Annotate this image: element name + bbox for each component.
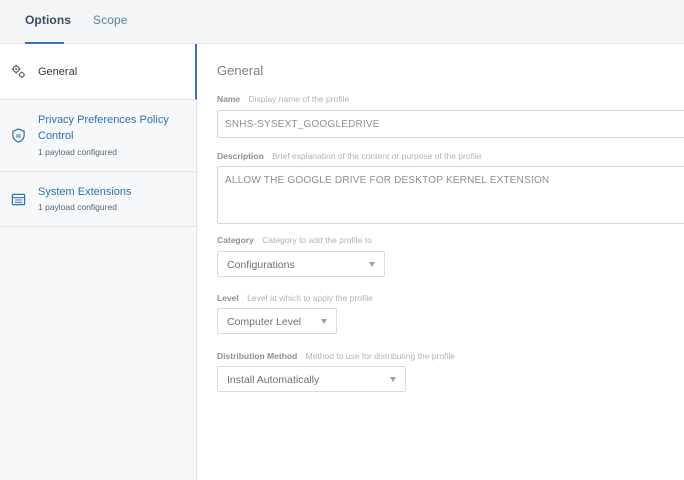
distribution-label: Distribution Method: [217, 351, 298, 361]
sidebar-item-label: System Extensions: [38, 186, 132, 198]
distribution-field-label: Distribution Method Method to use for di…: [217, 351, 455, 361]
category-hint: Category to add the profile to: [262, 235, 372, 245]
category-select[interactable]: Configurations: [217, 251, 385, 277]
category-label: Category: [217, 235, 254, 245]
tab-scope[interactable]: Scope: [93, 13, 128, 27]
distribution-method-select[interactable]: Install Automatically: [217, 366, 406, 392]
sidebar-item-general[interactable]: General: [0, 44, 197, 100]
category-selected-value: Configurations: [227, 259, 295, 271]
name-field-label: Name Display name of the profile: [217, 94, 349, 104]
gears-icon: [11, 64, 26, 79]
level-hint: Level at which to apply the profile: [247, 293, 373, 303]
general-settings-panel: General Name Display name of the profile…: [198, 44, 684, 480]
chevron-down-icon: [390, 377, 396, 382]
sidebar-item-system-extensions[interactable]: System Extensions 1 payload configured: [0, 172, 197, 227]
name-input[interactable]: SNHS-SYSEXT_GOOGLEDRIVE: [217, 110, 684, 138]
sidebar-item-label-continued: Control: [38, 130, 74, 142]
shield-icon: [12, 128, 25, 143]
sidebar-item-privacy-preferences[interactable]: Privacy Preferences Policy Control 1 pay…: [0, 100, 197, 172]
description-hint: Brief explanation of the content or purp…: [272, 151, 482, 161]
sidebar-item-label: Privacy Preferences Policy: [38, 114, 169, 126]
name-hint: Display name of the profile: [248, 94, 350, 104]
level-label: Level: [217, 293, 239, 303]
distribution-hint: Method to use for distributing the profi…: [305, 351, 455, 361]
tab-options[interactable]: Options: [25, 13, 71, 27]
chevron-down-icon: [321, 319, 327, 324]
section-title: General: [217, 63, 264, 78]
category-field-label: Category Category to add the profile to: [217, 235, 372, 245]
chevron-down-icon: [369, 262, 375, 267]
payload-sidebar: General Privacy Preferences Policy Contr…: [0, 44, 197, 480]
level-field-label: Level Level at which to apply the profil…: [217, 293, 373, 303]
name-label: Name: [217, 94, 241, 104]
sidebar-item-payload-count: 1 payload configured: [38, 202, 117, 212]
description-label: Description: [217, 151, 264, 161]
distribution-selected-value: Install Automatically: [227, 374, 320, 386]
sidebar-item-payload-count: 1 payload configured: [38, 147, 117, 157]
top-tab-bar: Options Scope: [0, 0, 684, 44]
description-textarea[interactable]: ALLOW THE GOOGLE DRIVE FOR DESKTOP KERNE…: [217, 166, 684, 224]
description-field-label: Description Brief explanation of the con…: [217, 151, 481, 161]
sidebar-item-label: General: [38, 66, 78, 78]
level-select[interactable]: Computer Level: [217, 308, 337, 334]
extension-box-icon: [11, 193, 26, 206]
level-selected-value: Computer Level: [227, 316, 302, 328]
